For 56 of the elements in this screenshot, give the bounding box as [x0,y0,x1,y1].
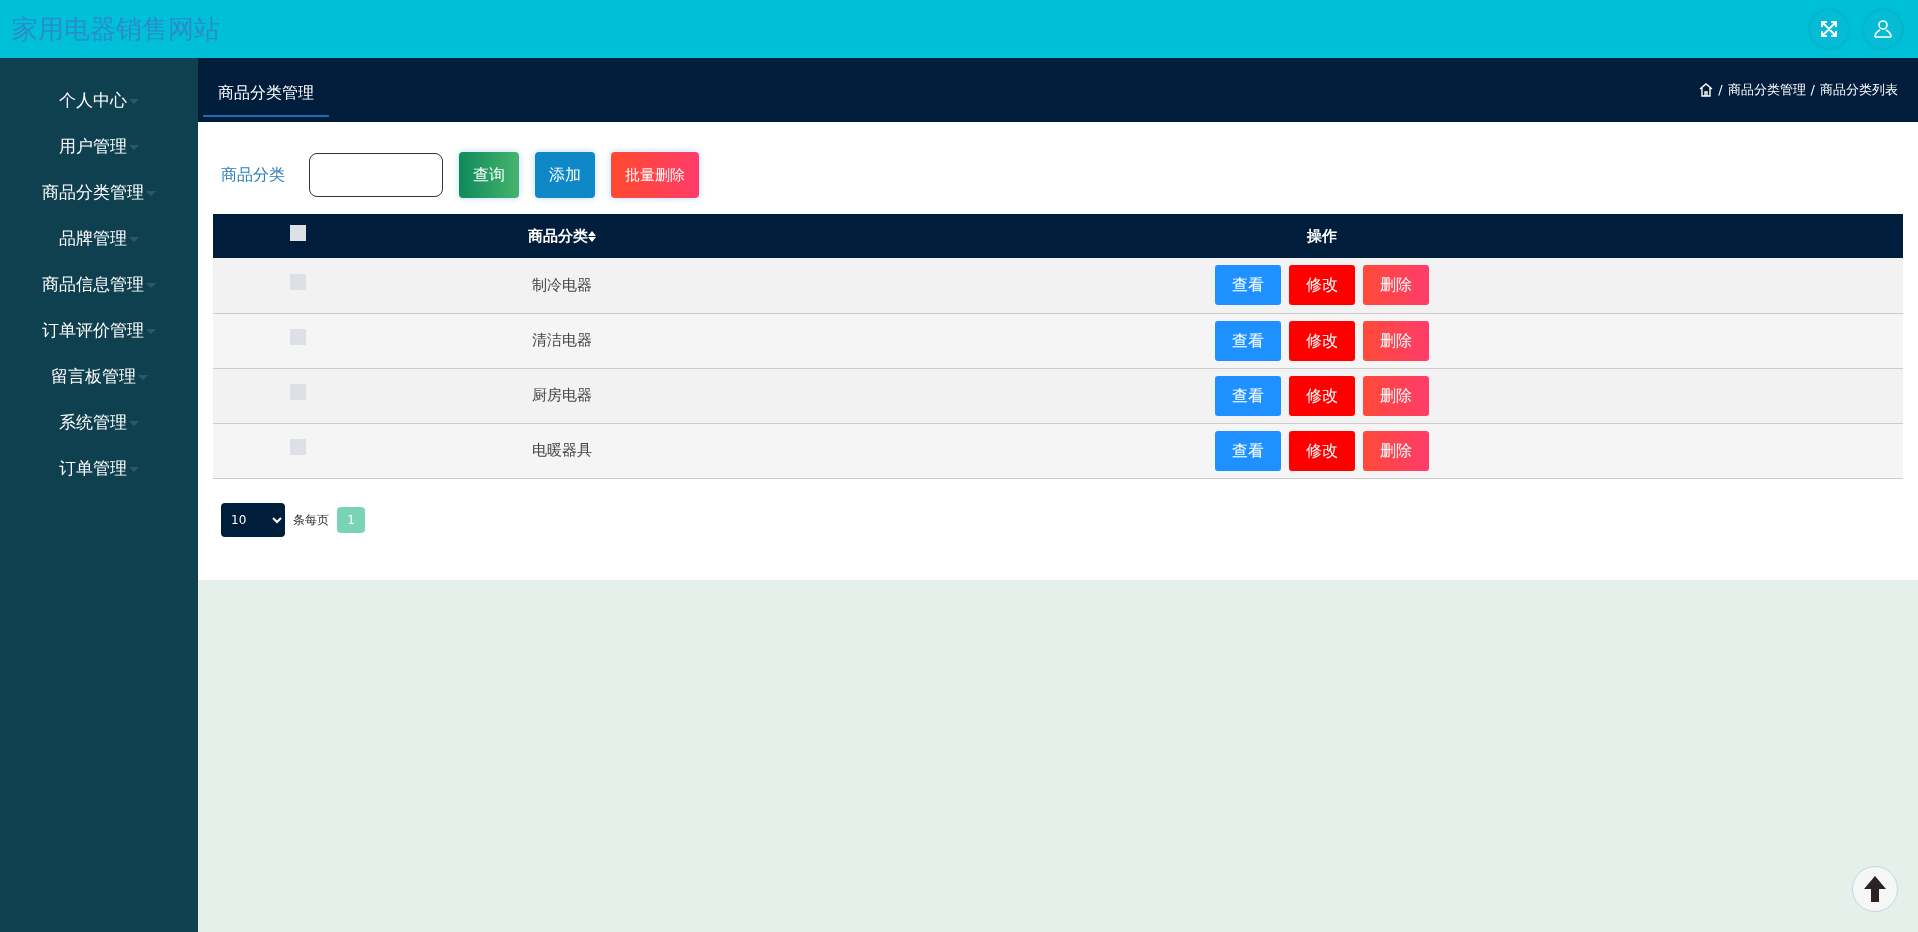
view-button[interactable]: 查看 [1214,265,1281,306]
caret-icon [129,236,139,242]
row-checkbox[interactable] [290,329,306,346]
search-label: 商品分类 [221,164,285,186]
home-icon[interactable] [1699,83,1714,97]
delete-button[interactable]: 批量删除 [611,152,699,198]
search-field[interactable] [309,153,443,197]
delete-button[interactable]: 删除 [1362,320,1429,361]
search-button[interactable]: 查询 [459,152,519,198]
sidebar-item[interactable]: 订单管理 [0,446,198,492]
breadcrumb-item[interactable]: 商品分类管理 [1727,80,1806,100]
column-header: 操作 [1307,226,1337,245]
edit-button[interactable]: 修改 [1288,265,1355,306]
delete-button[interactable]: 删除 [1362,430,1429,471]
breadcrumb-separator: / [1810,81,1815,100]
fullscreen-icon[interactable] [1810,10,1848,48]
sort-icon[interactable] [588,230,596,242]
caret-icon [129,466,139,472]
sidebar-item[interactable]: 系统管理 [0,400,198,446]
add-button[interactable]: 添加 [535,152,595,198]
table-cell: 厨房电器 [532,386,592,405]
sidebar-item[interactable]: 订单评价管理 [0,308,198,354]
sidebar-item[interactable]: 商品信息管理 [0,262,198,308]
caret-icon [129,144,139,150]
column-header[interactable]: 商品分类 [528,226,596,245]
delete-button[interactable]: 删除 [1362,265,1429,306]
user-icon[interactable] [1864,10,1902,48]
tab[interactable]: 商品分类管理 [203,71,329,117]
caret-icon [146,190,156,196]
select-all-checkbox[interactable] [290,224,306,241]
page-size-select[interactable]: 10 [221,502,285,537]
view-button[interactable]: 查看 [1214,375,1281,416]
view-button[interactable]: 查看 [1214,430,1281,471]
sidebar-item[interactable]: 商品分类管理 [0,170,198,216]
sidebar-item[interactable]: 用户管理 [0,124,198,170]
edit-button[interactable]: 修改 [1288,430,1355,471]
caret-icon [129,420,139,426]
breadcrumb-item[interactable]: 商品分类列表 [1820,80,1898,100]
table-cell: 清洁电器 [532,331,592,350]
edit-button[interactable]: 修改 [1288,375,1355,416]
caret-icon [146,328,156,334]
table-cell: 电暖器具 [532,441,592,460]
sidebar-item[interactable]: 品牌管理 [0,216,198,262]
edit-button[interactable]: 修改 [1288,320,1355,361]
caret-icon [146,282,156,288]
caret-icon [129,98,139,104]
scroll-to-top-icon[interactable] [1852,866,1898,912]
delete-button[interactable]: 删除 [1362,375,1429,416]
breadcrumb-separator: / [1718,81,1723,100]
row-checkbox[interactable] [290,439,306,456]
view-button[interactable]: 查看 [1214,320,1281,361]
table-cell: 制冷电器 [532,276,592,294]
per-page-label: 条每页 [293,511,329,529]
sidebar-item[interactable]: 留言板管理 [0,354,198,400]
caret-icon [137,374,148,380]
sidebar-item[interactable]: 个人中心 [0,78,198,124]
